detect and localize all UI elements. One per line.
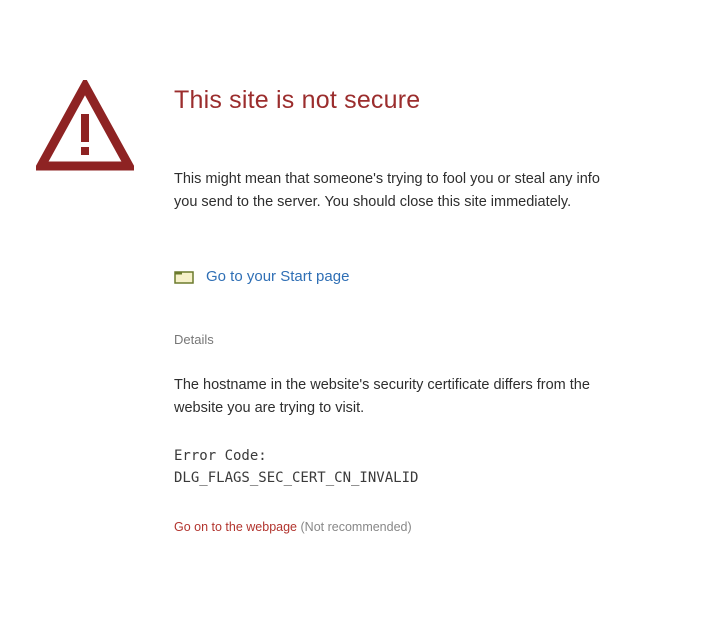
- warning-triangle-icon: [36, 80, 134, 171]
- details-text: The hostname in the website's security c…: [174, 377, 590, 416]
- proceed-note: (Not recommended): [300, 520, 412, 534]
- start-page-link[interactable]: Go to your Start page: [174, 268, 349, 285]
- error-code-block: Error Code: DLG_FLAGS_SEC_CERT_CN_INVALI…: [174, 445, 418, 489]
- warning-description: This might mean that someone's trying to…: [174, 171, 600, 210]
- start-page-link-label: Go to your Start page: [206, 268, 350, 285]
- page-title: This site is not secure: [174, 86, 421, 114]
- folder-icon: [174, 270, 194, 284]
- proceed-to-webpage-link[interactable]: Go on to the webpage: [174, 520, 297, 534]
- details-toggle[interactable]: Details: [174, 332, 214, 347]
- error-code-value: DLG_FLAGS_SEC_CERT_CN_INVALID: [174, 470, 419, 486]
- error-code-label: Error Code:: [174, 448, 267, 464]
- error-content: This site is not secure This might mean …: [174, 84, 634, 534]
- proceed-row: Go on to the webpage (Not recommended): [174, 520, 412, 534]
